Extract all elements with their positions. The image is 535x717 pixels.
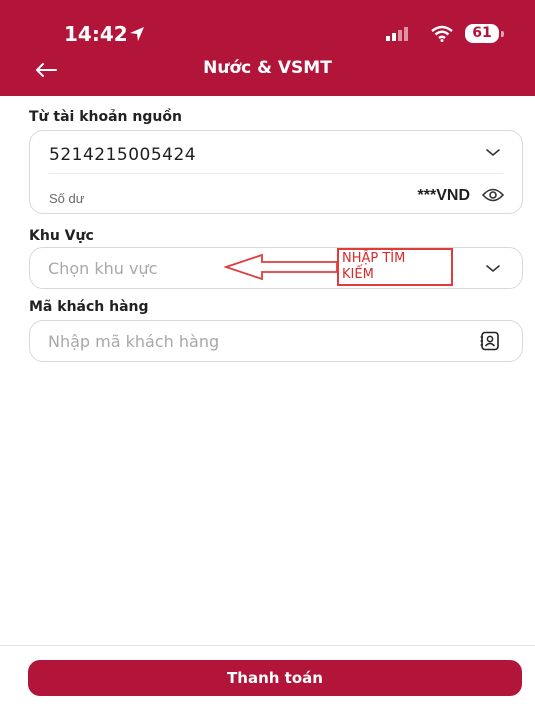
location-arrow-icon (130, 27, 144, 41)
chevron-down-icon[interactable] (486, 149, 500, 157)
balance-value: ***VND (417, 187, 470, 204)
region-label: Khu Vực (29, 228, 94, 244)
annotation-line-1: NHẬP TÌM (342, 251, 406, 266)
source-account-card[interactable]: 5214215005424 Số dư ***VND (29, 130, 523, 214)
region-placeholder: Chọn khu vực (48, 259, 158, 278)
account-number: 5214215005424 (49, 145, 197, 165)
app-header: 14:42 61 Nước & VSMT (0, 0, 535, 96)
battery-indicator: 61 (465, 24, 499, 43)
source-account-label: Từ tài khoản nguồn (29, 109, 182, 125)
status-bar: 14:42 61 (0, 0, 535, 60)
card-divider (49, 173, 503, 174)
customer-code-placeholder: Nhập mã khách hàng (48, 332, 220, 351)
annotation-text: NHẬP TÌM KIẾM (342, 251, 405, 283)
customer-code-input[interactable]: Nhập mã khách hàng (29, 320, 523, 362)
annotation-box: NHẬP TÌM KIẾM (337, 248, 453, 286)
page-title: Nước & VSMT (203, 58, 332, 78)
chevron-down-icon[interactable] (486, 265, 500, 273)
footer-divider (0, 645, 535, 646)
signal-icon (386, 27, 408, 41)
battery-tip (501, 31, 504, 37)
pay-button[interactable]: Thanh toán (28, 660, 522, 696)
wifi-icon (431, 25, 453, 42)
annotation-arrow-icon (224, 253, 338, 281)
contacts-icon[interactable] (480, 331, 500, 351)
customer-code-label: Mã khách hàng (29, 299, 149, 315)
balance-label: Số dư (49, 191, 85, 206)
annotation-line-2: KIẾM (342, 267, 374, 282)
status-time: 14:42 (64, 22, 128, 46)
eye-icon[interactable] (482, 187, 504, 203)
